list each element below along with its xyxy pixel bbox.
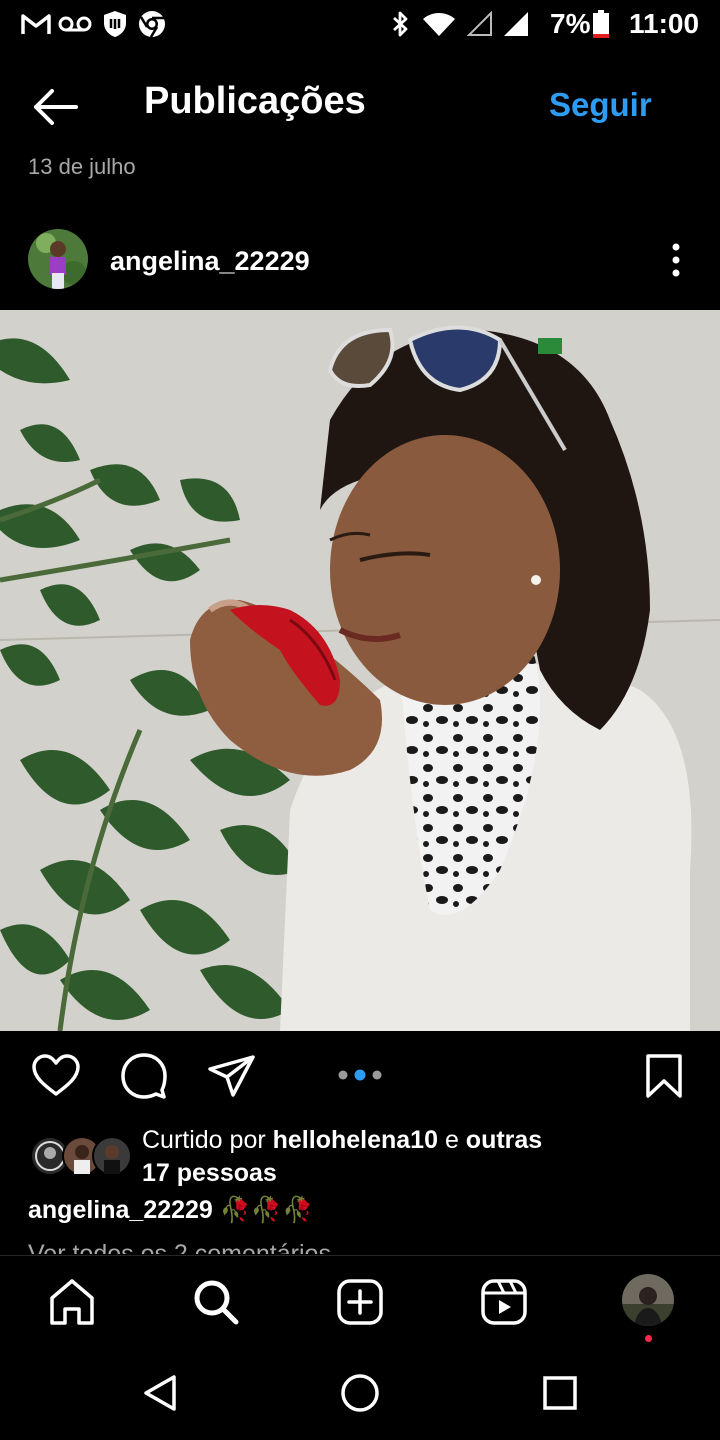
voicemail-icon: [58, 10, 92, 38]
back-button[interactable]: [28, 82, 84, 132]
wifi-icon: [422, 10, 456, 38]
nav-new-post[interactable]: [334, 1276, 386, 1328]
signal-empty-icon: [466, 10, 494, 38]
save-button[interactable]: [638, 1050, 690, 1102]
avatar: [92, 1136, 132, 1176]
liked-by-prefix: Curtido por: [142, 1126, 266, 1154]
search-icon: [194, 1280, 239, 1325]
chrome-icon: [138, 10, 166, 38]
new-post-icon: [337, 1279, 383, 1325]
battery-percent: 7%: [550, 8, 591, 39]
comment-button[interactable]: [118, 1050, 170, 1102]
bluetooth-icon: [388, 10, 412, 38]
bookmark-icon: [646, 1054, 682, 1098]
heart-icon: [32, 1054, 80, 1096]
system-home-button[interactable]: [338, 1371, 382, 1415]
profile-avatar: [622, 1274, 674, 1326]
bottom-nav: [0, 1255, 720, 1348]
notification-dot: [645, 1335, 652, 1342]
send-icon: [208, 1055, 255, 1097]
nav-search[interactable]: [190, 1276, 242, 1328]
likes-summary[interactable]: Curtido por hellohelena10 e outras 17 pe…: [142, 1124, 602, 1190]
clock: 11:00: [629, 8, 700, 39]
signal-icon: [502, 10, 530, 38]
system-back-button[interactable]: [138, 1371, 182, 1415]
reels-icon: [481, 1279, 527, 1325]
view-comments-link[interactable]: Ver todos os 2 comentários: [28, 1240, 331, 1254]
user-avatar[interactable]: [28, 229, 88, 289]
post-username[interactable]: angelina_22229: [110, 246, 310, 277]
carousel-indicator: [334, 1066, 390, 1084]
nav-reels[interactable]: [478, 1276, 530, 1328]
liker-avatars[interactable]: [30, 1136, 132, 1176]
status-bar: 7% 11:00: [0, 0, 720, 50]
liked-by-count[interactable]: 17 pessoas: [142, 1159, 277, 1187]
comment-icon: [121, 1053, 167, 1099]
caption-username[interactable]: angelina_22229: [28, 1196, 213, 1224]
post-date: 13 de julho: [28, 154, 136, 179]
home-icon: [50, 1279, 94, 1325]
system-recents-button[interactable]: [538, 1371, 582, 1415]
home-circle-icon: [341, 1374, 379, 1412]
like-button[interactable]: [30, 1050, 82, 1102]
share-button[interactable]: [206, 1050, 258, 1102]
page-title: Publicações: [144, 80, 366, 122]
liked-by-user[interactable]: hellohelena10: [273, 1126, 438, 1154]
liked-by-connector: e: [444, 1126, 459, 1154]
nav-home[interactable]: [46, 1276, 98, 1328]
nav-profile[interactable]: [622, 1274, 674, 1326]
arrow-left-icon: [34, 89, 78, 125]
more-vertical-icon[interactable]: [660, 240, 692, 280]
recents-square-icon: [543, 1376, 577, 1410]
system-nav-bar: [0, 1347, 720, 1440]
gmail-icon: [20, 10, 52, 38]
battery-low-icon: [592, 10, 610, 38]
shield-app-icon: [101, 10, 129, 38]
back-triangle-icon: [144, 1375, 176, 1411]
caption: angelina_22229 🥀🥀🥀: [28, 1196, 313, 1225]
liked-by-others[interactable]: outras: [466, 1126, 542, 1154]
post-photo[interactable]: [0, 310, 720, 1031]
follow-button[interactable]: Seguir: [549, 86, 652, 124]
caption-text: 🥀🥀🥀: [219, 1196, 314, 1224]
